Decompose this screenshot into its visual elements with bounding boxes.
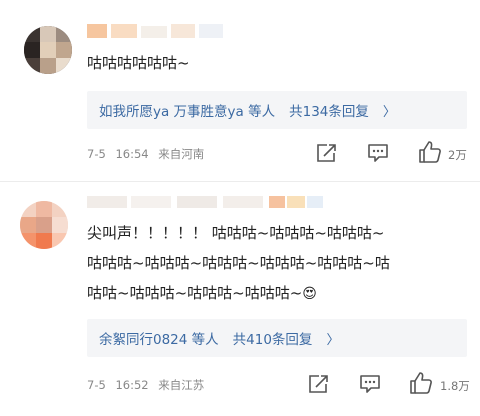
reply-users: 余絮同行0824 等人 xyxy=(99,332,219,348)
reply-users: 如我所愿ya 万事胜意ya 等人 xyxy=(99,104,276,120)
share-icon xyxy=(309,375,328,393)
comment-location: 来自河南 xyxy=(158,147,205,161)
comment-item: 咕咕咕咕咕咕~ 如我所愿ya 万事胜意ya 等人 共134条回复 〉 7-5 1… xyxy=(0,0,480,182)
comment-meta: 7-5 16:52 来自江苏 xyxy=(87,377,204,393)
comment-button[interactable] xyxy=(358,373,382,395)
avatar[interactable] xyxy=(20,201,68,249)
comment-text-line-1: 尖叫声！！！！！ 咕咕咕~咕咕咕~咕咕咕~ xyxy=(87,224,385,242)
comment-text-line-2: 咕咕咕~咕咕咕~咕咕咕~咕咕咕~咕咕咕~咕 xyxy=(87,254,390,272)
comment-text: 咕咕咕咕咕咕~ xyxy=(87,54,190,72)
comment-meta: 7-5 16:54 来自河南 xyxy=(87,146,204,162)
like-count: 1.8万 xyxy=(440,379,470,393)
reply-summary[interactable]: 如我所愿ya 万事胜意ya 等人 共134条回复 〉 xyxy=(87,91,467,129)
comment-time: 16:54 xyxy=(115,147,149,161)
comment-date: 7-5 xyxy=(87,147,106,161)
reply-count: 共134条回复 xyxy=(289,104,369,120)
comment-date: 7-5 xyxy=(87,378,106,392)
share-button[interactable] xyxy=(314,142,338,164)
avatar[interactable] xyxy=(24,26,72,74)
comment-button[interactable] xyxy=(366,142,390,164)
comment-location: 来自江苏 xyxy=(158,378,205,392)
reply-summary[interactable]: 余絮同行0824 等人 共410条回复 〉 xyxy=(87,319,467,357)
heart-eyes-emoji: 😍 xyxy=(302,286,317,302)
thumbs-up-icon xyxy=(410,372,432,394)
comment-text-line-3-text: 咕咕~咕咕咕~咕咕咕~咕咕咕~ xyxy=(87,284,303,302)
comment-text-line-3: 咕咕~咕咕咕~咕咕咕~咕咕咕~😍 xyxy=(87,278,317,309)
comment-time: 16:52 xyxy=(115,378,149,392)
reply-count: 共410条回复 xyxy=(232,332,313,348)
comment-icon xyxy=(368,144,388,162)
chevron-right-icon: 〉 xyxy=(326,332,340,348)
share-icon xyxy=(317,144,336,162)
thumbs-up-icon xyxy=(419,141,441,163)
share-button[interactable] xyxy=(306,373,330,395)
like-button[interactable] xyxy=(417,139,443,165)
like-button[interactable] xyxy=(408,370,434,396)
username-blurred[interactable] xyxy=(87,24,227,38)
username-blurred[interactable] xyxy=(87,196,327,210)
like-count: 2万 xyxy=(448,148,467,162)
comment-item: 尖叫声！！！！！ 咕咕咕~咕咕咕~咕咕咕~ 咕咕咕~咕咕咕~咕咕咕~咕咕咕~咕咕… xyxy=(0,182,480,416)
chevron-right-icon: 〉 xyxy=(382,104,396,120)
comment-icon xyxy=(360,375,380,393)
